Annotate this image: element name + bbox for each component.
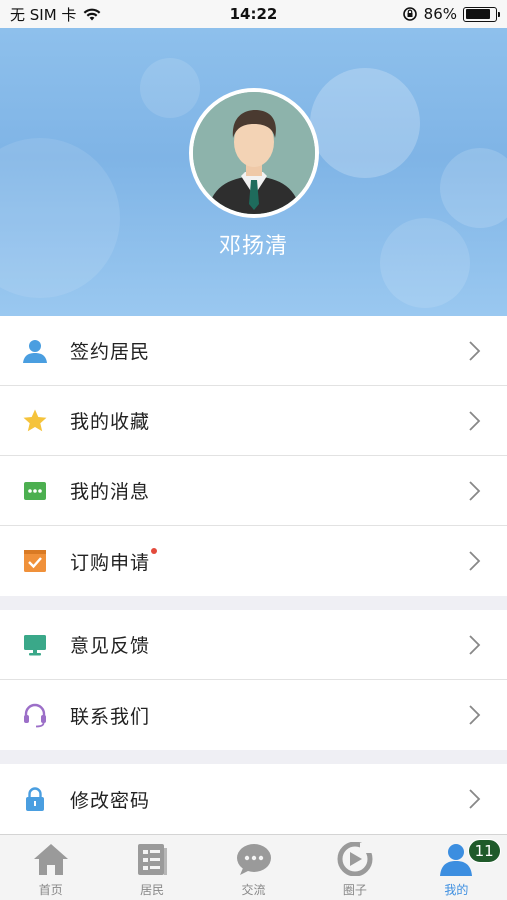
menu-item-messages[interactable]: 我的消息 bbox=[0, 456, 507, 526]
menu-item-label: 联系我们 bbox=[70, 705, 151, 728]
home-icon bbox=[31, 841, 71, 877]
menu-item-change-password[interactable]: 修改密码 bbox=[0, 764, 507, 834]
status-left: 无 SIM 卡 bbox=[10, 4, 102, 25]
tab-residents[interactable]: 居民 bbox=[101, 835, 202, 900]
tab-profile[interactable]: 我的 11 bbox=[406, 835, 507, 900]
resident-list-icon bbox=[132, 841, 172, 877]
status-right: 86% bbox=[402, 5, 500, 23]
bokeh-decoration bbox=[140, 58, 200, 118]
chevron-right-icon bbox=[469, 341, 481, 361]
tab-label: 圈子 bbox=[342, 883, 367, 897]
tab-home[interactable]: 首页 bbox=[0, 835, 101, 900]
bokeh-decoration bbox=[440, 148, 507, 228]
menu-item-feedback[interactable]: 意见反馈 bbox=[0, 610, 507, 680]
wifi-icon bbox=[84, 8, 101, 20]
menu-item-label: 签约居民 bbox=[70, 341, 151, 363]
menu-group-support: 意见反馈 联系我们 bbox=[0, 610, 507, 750]
star-icon bbox=[22, 408, 48, 434]
section-divider bbox=[0, 596, 507, 610]
chevron-right-icon bbox=[469, 635, 481, 655]
chevron-right-icon bbox=[469, 551, 481, 571]
carrier-label: 无 SIM 卡 bbox=[10, 5, 77, 24]
menu-group-account: 修改密码 bbox=[0, 764, 507, 834]
chat-icon bbox=[234, 841, 274, 877]
person-avatar-icon bbox=[193, 92, 315, 214]
chevron-right-icon bbox=[469, 411, 481, 431]
menu-item-order-request[interactable]: 订购申请 bbox=[0, 526, 507, 596]
user-name: 邓扬清 bbox=[218, 234, 288, 259]
person-icon bbox=[22, 338, 48, 364]
menu-item-label: 修改密码 bbox=[70, 789, 151, 812]
profile-header: 邓扬清 bbox=[0, 28, 507, 316]
menu-item-label: 我的收藏 bbox=[70, 411, 151, 433]
chevron-right-icon bbox=[469, 481, 481, 501]
menu-item-favorites[interactable]: 我的收藏 bbox=[0, 386, 507, 456]
menu-item-label: 订购申请 bbox=[70, 547, 158, 575]
menu-item-text: 订购申请 bbox=[70, 551, 151, 574]
chevron-right-icon bbox=[469, 705, 481, 725]
tab-label: 我的 bbox=[444, 883, 469, 897]
menu-item-contact-us[interactable]: 联系我们 bbox=[0, 680, 507, 750]
menu-item-label: 意见反馈 bbox=[70, 635, 151, 657]
message-icon bbox=[22, 478, 48, 504]
circle-icon bbox=[335, 841, 375, 877]
notification-badge: 11 bbox=[467, 839, 501, 863]
bokeh-decoration bbox=[0, 138, 120, 298]
menu-item-label: 我的消息 bbox=[70, 481, 151, 503]
orientation-lock-icon bbox=[402, 7, 417, 21]
lock-icon bbox=[22, 786, 48, 812]
tab-label: 交流 bbox=[241, 883, 266, 897]
menu-group-main: 签约居民 我的收藏 我的消息 订购申请 bbox=[0, 316, 507, 596]
battery-icon bbox=[463, 6, 500, 22]
headset-icon bbox=[22, 702, 48, 728]
bokeh-decoration bbox=[310, 68, 420, 178]
chevron-right-icon bbox=[469, 789, 481, 809]
tab-label: 居民 bbox=[140, 883, 165, 897]
order-check-icon bbox=[22, 548, 48, 574]
section-divider bbox=[0, 750, 507, 764]
battery-percent: 86% bbox=[423, 5, 457, 23]
notification-dot bbox=[151, 547, 158, 554]
tab-circle[interactable]: 圈子 bbox=[304, 835, 405, 900]
status-bar: 无 SIM 卡 14:22 86% bbox=[0, 0, 507, 28]
battery-fill bbox=[465, 9, 491, 19]
monitor-icon bbox=[22, 632, 48, 658]
tab-bar: 首页 居民 交流 圈子 我的 11 bbox=[0, 834, 507, 900]
avatar[interactable] bbox=[189, 88, 319, 218]
tab-label: 首页 bbox=[38, 883, 63, 897]
tab-chat[interactable]: 交流 bbox=[203, 835, 304, 900]
menu-item-signed-residents[interactable]: 签约居民 bbox=[0, 316, 507, 386]
